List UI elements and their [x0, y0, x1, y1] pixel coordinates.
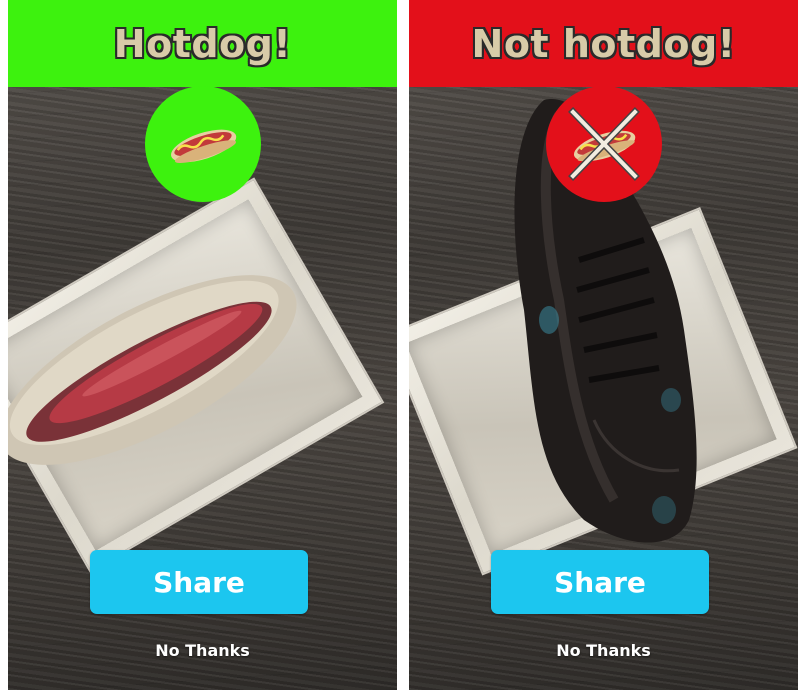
hotdog-badge — [144, 86, 261, 202]
no-thanks-link[interactable]: No Thanks — [409, 641, 798, 660]
result-banner: Hotdog! — [8, 0, 397, 87]
result-title: Hotdog! — [113, 21, 292, 66]
share-button[interactable]: Share — [90, 550, 308, 614]
share-button-label: Share — [153, 565, 245, 599]
no-thanks-link[interactable]: No Thanks — [8, 641, 397, 660]
result-banner: Not hotdog! — [409, 0, 798, 87]
hotdog-icon — [170, 129, 236, 164]
share-button[interactable]: Share — [491, 550, 709, 614]
result-screen-not-hotdog: Not hotdog! Share No Thanks — [409, 0, 798, 690]
not-hotdog-badge — [545, 86, 662, 202]
result-title: Not hotdog! — [471, 21, 736, 66]
hotdog-crossed-icon — [567, 107, 640, 181]
result-screen-hotdog: Hotdog! Share No Thanks — [8, 0, 397, 690]
share-button-label: Share — [554, 565, 646, 599]
